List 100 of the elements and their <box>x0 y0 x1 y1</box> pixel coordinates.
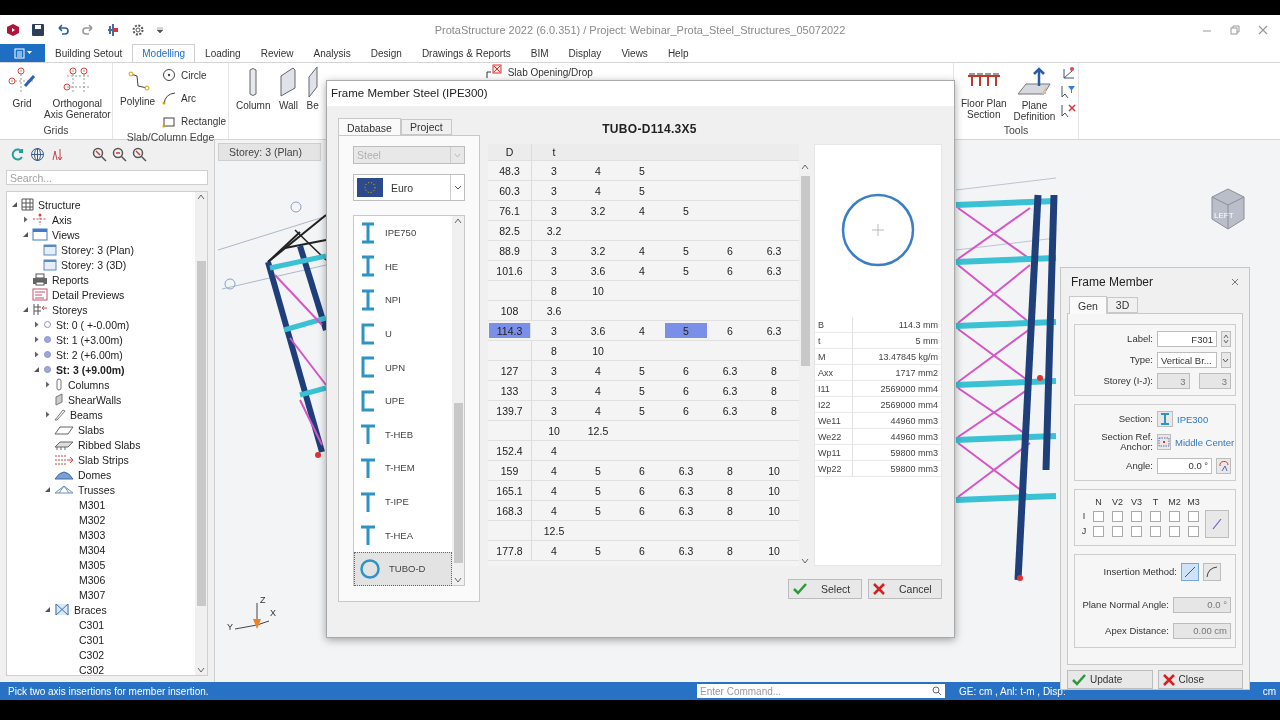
dialog-tab[interactable]: Project <box>400 119 452 135</box>
tree-item[interactable]: Storey: 3 (3D) <box>7 257 195 272</box>
table-cell[interactable]: 8 <box>752 381 796 400</box>
tree-item[interactable]: St: 0 ( +-0.00m) <box>7 317 195 332</box>
release-checkbox[interactable] <box>1169 525 1180 537</box>
standard-dropdown[interactable]: Euro <box>353 174 465 201</box>
type-dropdown[interactable]: Vertical Br... <box>1157 352 1217 368</box>
ribbon-button[interactable]: Rectangle <box>160 111 229 131</box>
table-cell[interactable]: 6 <box>620 501 664 520</box>
table-cell[interactable]: 12.5 <box>576 421 620 440</box>
section-list-item[interactable]: TUBO-D <box>354 551 452 586</box>
undo-button[interactable] <box>56 22 70 37</box>
table-cell[interactable]: 6.3 <box>752 261 796 280</box>
tree-item[interactable]: Reports <box>7 272 195 287</box>
release-checkbox[interactable] <box>1093 525 1104 537</box>
collapsed-arrow-icon[interactable] <box>33 351 40 358</box>
table-cell[interactable]: 6.3 <box>708 401 752 420</box>
section-list-item[interactable]: IPE750 <box>354 216 452 250</box>
table-cell[interactable]: 5 <box>664 201 708 220</box>
tree-item[interactable]: Ribbed Slabs <box>7 437 195 452</box>
ribbon-button[interactable]: Arc <box>160 88 229 108</box>
cancel-button[interactable]: Cancel <box>868 579 942 599</box>
table-cell[interactable]: 4 <box>532 501 576 520</box>
tree-item[interactable]: C302 <box>7 647 195 662</box>
table-cell[interactable]: 6 <box>620 541 664 560</box>
table-cell[interactable]: 3.2 <box>576 241 620 260</box>
table-cell[interactable]: 3 <box>532 201 576 220</box>
refresh-button[interactable] <box>10 146 25 162</box>
table-cell[interactable]: 8 <box>708 501 752 520</box>
table-cell[interactable]: 5 <box>576 501 620 520</box>
table-cell[interactable]: 10 <box>752 461 796 480</box>
filter-select-button[interactable] <box>1060 84 1077 100</box>
table-cell[interactable]: 6 <box>708 321 752 340</box>
table-cell[interactable]: 6 <box>664 381 708 400</box>
tree-item[interactable]: Beams <box>7 407 195 422</box>
section-list-item[interactable]: T-HEB <box>354 417 452 452</box>
table-cell[interactable]: 152.4 <box>488 441 532 460</box>
table-cell[interactable]: 4 <box>532 481 576 500</box>
ribbon-button[interactable]: Be <box>304 65 321 112</box>
insertion-method-button[interactable] <box>1203 562 1221 581</box>
table-cell[interactable]: 5 <box>620 361 664 380</box>
table-cell[interactable]: 5 <box>576 541 620 560</box>
ribbon-button[interactable]: Wall <box>274 65 303 112</box>
table-cell[interactable]: 3 <box>532 401 576 420</box>
table-cell[interactable]: 4 <box>532 461 576 480</box>
release-checkbox[interactable] <box>1150 510 1161 522</box>
table-cell[interactable]: 4 <box>620 321 664 340</box>
table-cell[interactable]: 5 <box>620 381 664 400</box>
table-cell[interactable]: 3.6 <box>576 321 620 340</box>
table-cell[interactable]: 10 <box>752 541 796 560</box>
table-cell[interactable]: 4 <box>620 241 664 260</box>
section-button[interactable] <box>1157 411 1173 427</box>
tree-item[interactable]: M307 <box>7 587 195 602</box>
section-list-item[interactable]: T-IPE <box>354 484 452 519</box>
table-cell[interactable]: 6.3 <box>664 461 708 480</box>
table-cell[interactable]: 3.6 <box>576 261 620 280</box>
dialog-tab[interactable]: Database <box>338 118 401 136</box>
release-checkbox[interactable] <box>1093 510 1104 522</box>
table-cell[interactable]: 6.3 <box>664 501 708 520</box>
tree-item[interactable]: M306 <box>7 572 195 587</box>
anchor-link[interactable]: Middle Center <box>1175 436 1235 448</box>
tree-item[interactable]: M303 <box>7 527 195 542</box>
spinner-button[interactable] <box>1221 331 1231 347</box>
table-cell[interactable]: 3.2 <box>576 201 620 220</box>
view-tab[interactable]: Storey: 3 (Plan) <box>218 143 321 161</box>
tree-item[interactable]: ShearWalls <box>7 392 195 407</box>
table-cell[interactable]: 3 <box>532 241 576 260</box>
table-cell[interactable]: 5 <box>620 161 664 180</box>
table-cell[interactable]: 3 <box>532 321 576 340</box>
table-cell[interactable]: 12.5 <box>532 521 576 540</box>
table-cell[interactable]: 6.3 <box>708 381 752 400</box>
collapsed-arrow-icon[interactable] <box>33 336 40 343</box>
settings-button[interactable] <box>131 22 145 37</box>
table-cell[interactable]: 10 <box>752 501 796 520</box>
table-cell[interactable]: 10 <box>576 341 620 360</box>
ribbon-button[interactable]: Orthogonal Axis Generator <box>42 65 113 121</box>
axis-tool-button[interactable] <box>1060 65 1077 81</box>
collapsed-arrow-icon[interactable] <box>22 216 29 223</box>
section-list-item[interactable]: U <box>354 316 452 351</box>
table-cell[interactable]: 4 <box>620 201 664 220</box>
tool-button[interactable] <box>106 22 120 37</box>
collapsed-arrow-icon[interactable] <box>44 411 51 418</box>
table-cell[interactable]: 101.6 <box>488 261 532 280</box>
table-cell[interactable]: 6 <box>708 241 752 260</box>
table-cell[interactable]: 108 <box>488 301 532 320</box>
insertion-method-button[interactable] <box>1181 562 1199 581</box>
collapsed-arrow-icon[interactable] <box>33 321 40 328</box>
table-cell[interactable]: 133 <box>488 381 532 400</box>
table-cell[interactable]: 10 <box>752 481 796 500</box>
tree-item[interactable]: Slab Strips <box>7 452 195 467</box>
tree-item[interactable]: St: 1 (+3.00m) <box>7 332 195 347</box>
table-cell[interactable]: 127 <box>488 361 532 380</box>
tree-item[interactable]: St: 3 (+9.00m) <box>7 362 195 377</box>
table-cell[interactable]: 8 <box>752 361 796 380</box>
table-cell[interactable]: 6 <box>664 361 708 380</box>
ribbon-tab[interactable]: Modelling <box>132 44 196 62</box>
expanded-arrow-icon[interactable] <box>33 366 40 373</box>
table-cell[interactable]: 3.6 <box>532 301 576 320</box>
section-list-item[interactable]: HE <box>354 249 452 284</box>
expanded-arrow-icon[interactable] <box>11 201 18 208</box>
